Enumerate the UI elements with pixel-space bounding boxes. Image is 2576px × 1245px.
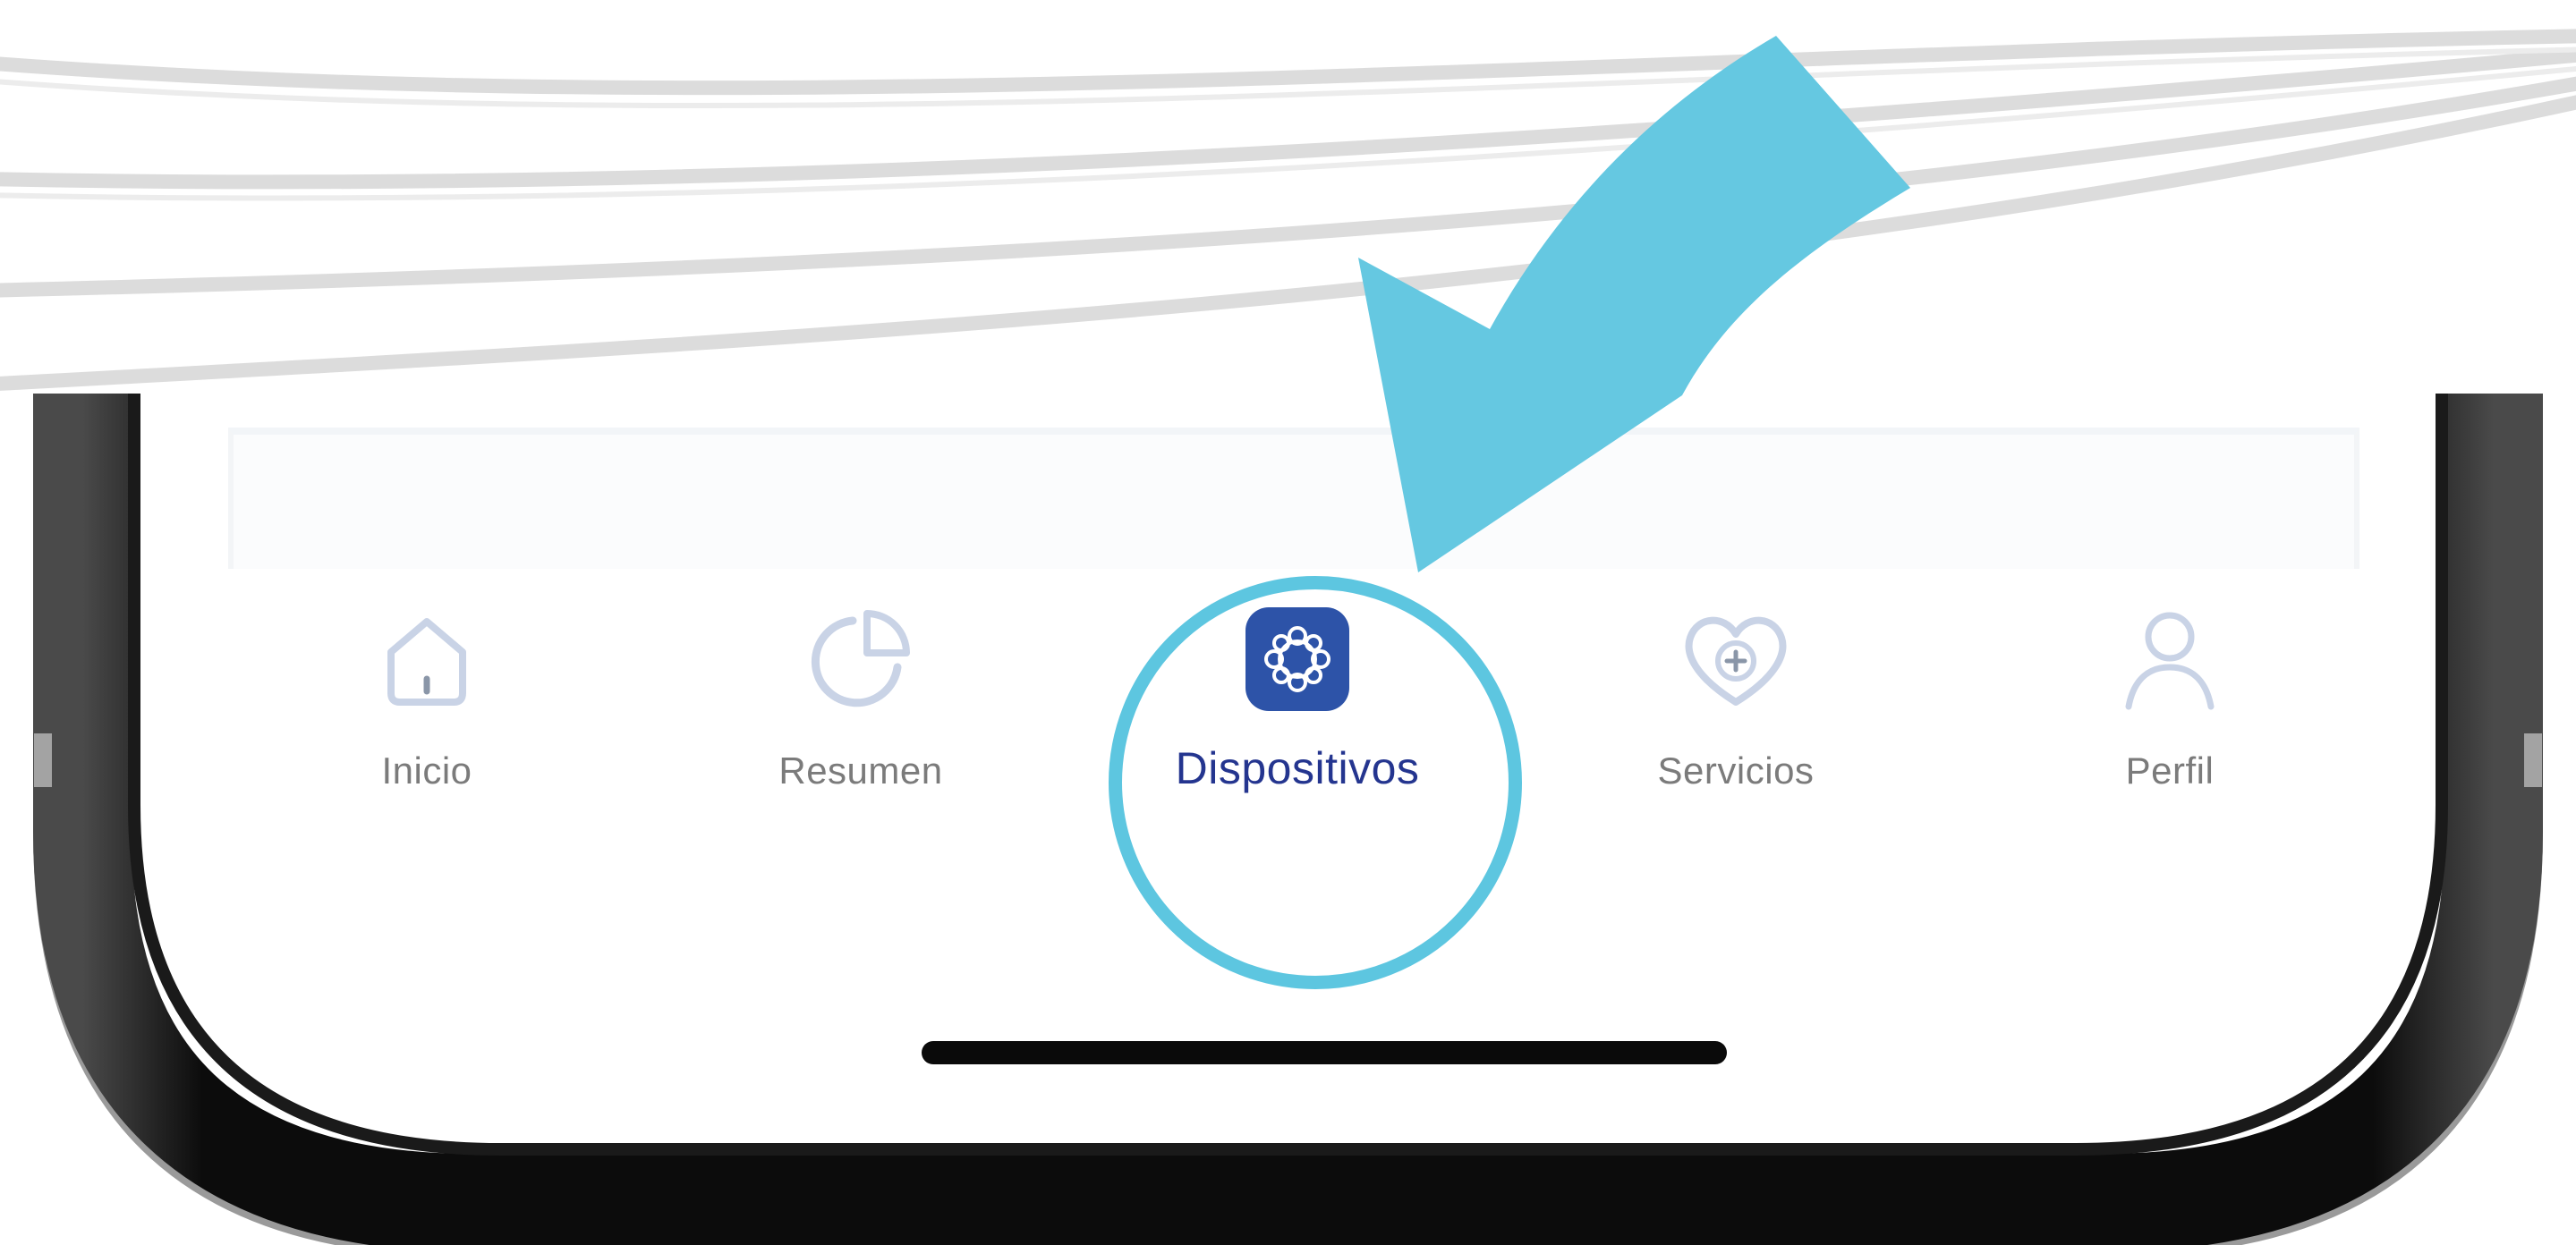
home-indicator: [922, 1041, 1727, 1064]
tab-label: Resumen: [778, 750, 943, 792]
tab-label: Servicios: [1657, 750, 1815, 792]
user-icon: [2112, 601, 2228, 717]
tab-inicio[interactable]: Inicio: [266, 578, 588, 873]
tab-servicios[interactable]: Servicios: [1575, 578, 1897, 873]
tab-label: Perfil: [2125, 750, 2215, 792]
highlight-circle: [1109, 576, 1522, 989]
tab-perfil[interactable]: Perfil: [2009, 578, 2331, 873]
tab-label: Inicio: [381, 750, 472, 792]
tab-resumen[interactable]: Resumen: [700, 578, 1022, 873]
heart-plus-icon: [1678, 601, 1794, 717]
pie-chart-icon: [803, 601, 919, 717]
tutorial-screenshot: Inicio Resumen Dispositivos Servicios Pe…: [0, 0, 2576, 1245]
content-card: [228, 428, 2359, 569]
home-icon: [369, 601, 485, 717]
